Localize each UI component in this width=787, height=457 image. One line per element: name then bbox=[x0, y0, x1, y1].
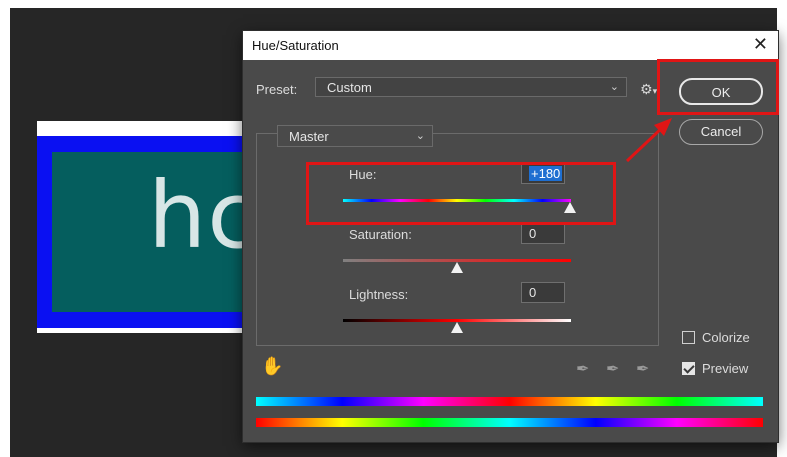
lightness-slider-thumb[interactable] bbox=[451, 322, 463, 333]
saturation-value: 0 bbox=[529, 226, 537, 241]
saturation-slider-thumb[interactable] bbox=[451, 262, 463, 273]
eyedropper-add-icon[interactable]: ✒ bbox=[606, 359, 619, 378]
preview-label: Preview bbox=[702, 361, 749, 376]
original-spectrum-bar bbox=[256, 418, 763, 427]
channel-dropdown[interactable]: Master ⌄ bbox=[277, 125, 433, 147]
chevron-down-icon: ⌄ bbox=[609, 81, 619, 93]
cancel-button[interactable]: Cancel bbox=[679, 119, 763, 145]
annotation-arrow bbox=[625, 118, 672, 163]
gear-icon[interactable]: ⚙▾ bbox=[640, 82, 657, 98]
lightness-label: Lightness: bbox=[349, 287, 409, 302]
targeted-adjustment-hand-icon[interactable]: ✋ bbox=[261, 356, 283, 377]
preset-value: Custom bbox=[327, 80, 372, 95]
saturation-label: Saturation: bbox=[349, 227, 412, 242]
chevron-down-icon: ⌄ bbox=[415, 130, 425, 142]
lightness-value: 0 bbox=[529, 285, 537, 300]
channel-value: Master bbox=[289, 129, 329, 144]
dialog-titlebar: Hue/Saturation ✕ bbox=[243, 31, 778, 60]
eyedropper-subtract-icon[interactable]: ✒ bbox=[636, 359, 649, 378]
adjusted-spectrum-bar bbox=[256, 397, 763, 406]
dialog-title: Hue/Saturation bbox=[252, 38, 339, 53]
saturation-input[interactable]: 0 bbox=[521, 223, 565, 244]
colorize-checkbox[interactable] bbox=[682, 331, 695, 344]
lightness-input[interactable]: 0 bbox=[521, 282, 565, 303]
colorize-label: Colorize bbox=[702, 330, 750, 345]
preview-checkbox[interactable] bbox=[682, 362, 695, 375]
ok-highlight-box bbox=[657, 59, 779, 115]
hue-highlight-box bbox=[306, 162, 616, 225]
close-icon[interactable]: ✕ bbox=[753, 34, 768, 55]
preset-label: Preset: bbox=[256, 82, 298, 97]
preset-dropdown[interactable]: Custom ⌄ bbox=[315, 77, 627, 97]
eyedropper-icon[interactable]: ✒ bbox=[576, 359, 589, 378]
